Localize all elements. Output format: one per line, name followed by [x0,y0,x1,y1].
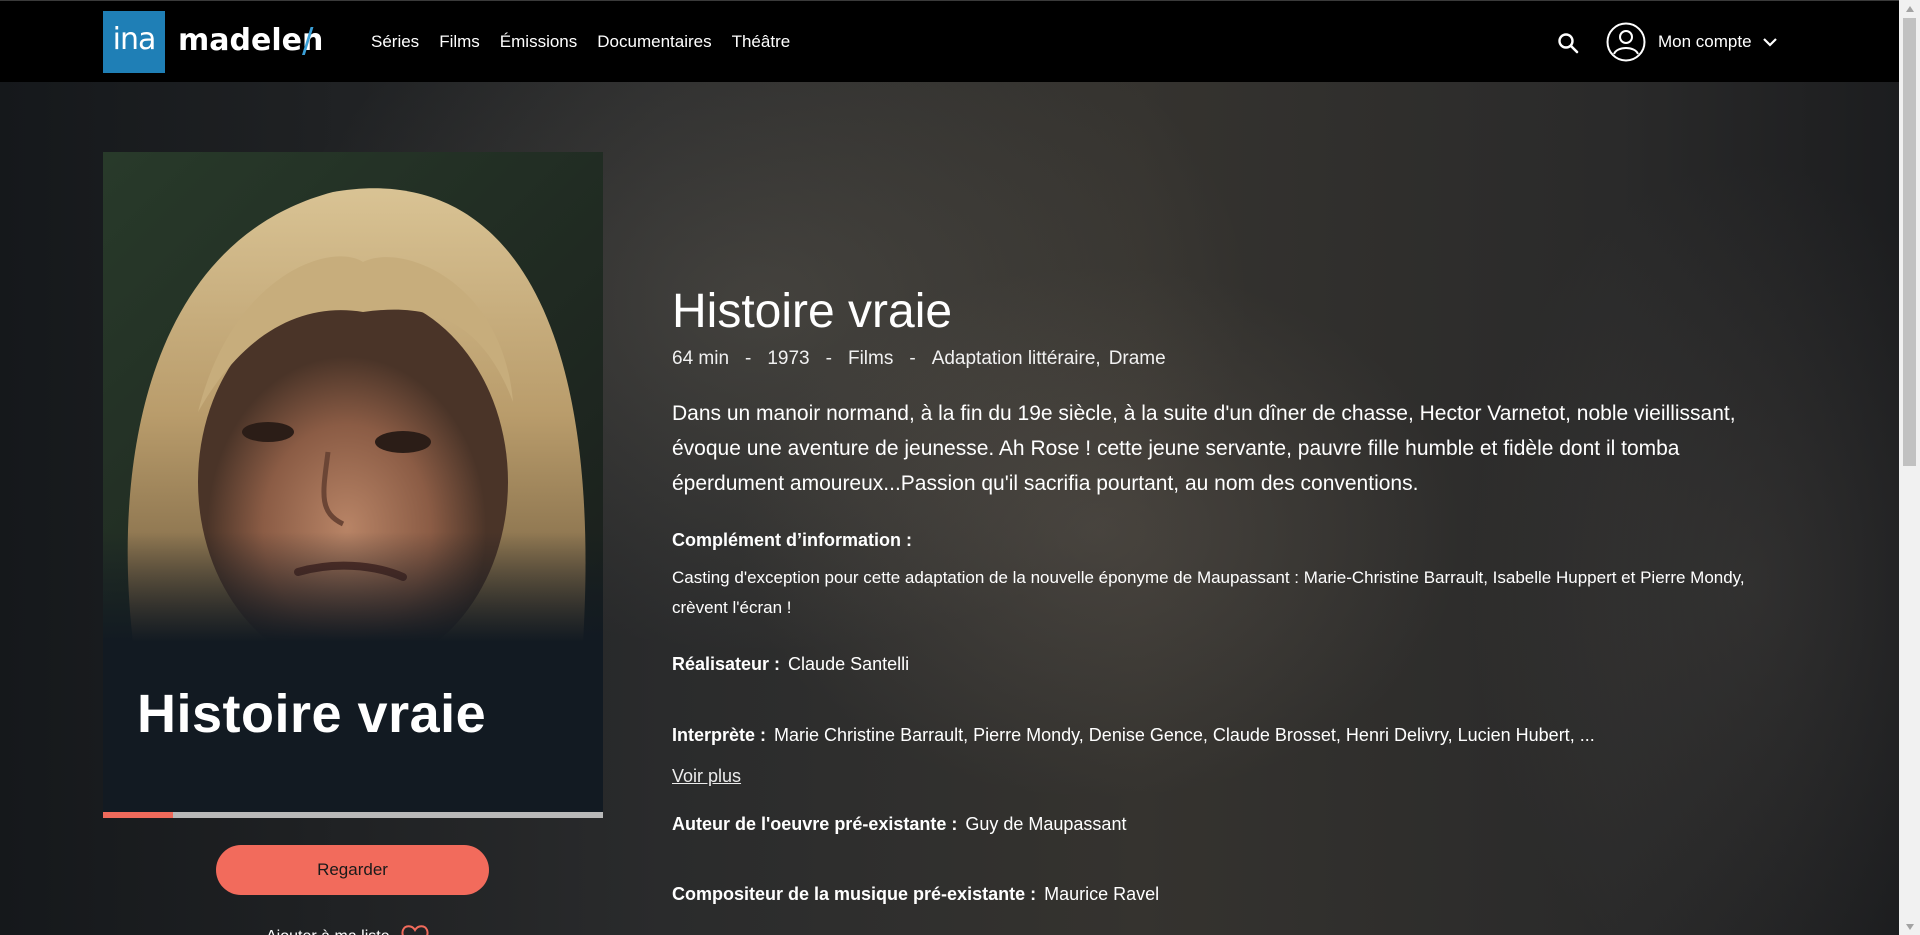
program-genre[interactable]: Drame [1109,346,1166,372]
add-to-list-button[interactable]: Ajouter à ma liste [266,924,430,935]
brand-slash: / [302,21,314,61]
cast-label: Interprète : [672,725,767,745]
author-label: Auteur de l'oeuvre pré-existante : [672,814,958,834]
scroll-down-icon[interactable] [1899,918,1920,935]
heart-icon [401,925,429,935]
search-icon[interactable] [1556,31,1580,55]
meta-separator: - [909,348,916,369]
program-synopsis: Dans un manoir normand, à la fin du 19e … [672,402,1736,495]
nav-item-theatre[interactable]: Théâtre [732,29,791,55]
page: ina madelen / Séries Films Émissions Doc… [0,0,1920,935]
program-year: 1973 [767,348,810,369]
program-duration: 64 min [672,348,730,369]
nav-item-documentaires[interactable]: Documentaires [597,29,711,55]
top-navigation-bar: ina madelen / Séries Films Émissions Doc… [0,0,1899,82]
program-category[interactable]: Films [848,346,893,372]
nav-item-series[interactable]: Séries [371,29,419,55]
scrollbar-thumb[interactable] [1903,18,1916,466]
poster-title: Histoire vraie [137,684,487,744]
credit-composer: Compositeur de la musique pré-existante … [672,881,1792,907]
program-genre[interactable]: Adaptation littéraire, [932,346,1101,372]
program-poster[interactable]: Histoire vraie [103,152,603,812]
program-title: Histoire vraie [672,285,953,338]
user-icon [1606,22,1646,62]
director-label: Réalisateur : [672,654,781,674]
author-name: Guy de Maupassant [965,814,1127,834]
main-nav: Séries Films Émissions Documentaires Thé… [371,29,810,55]
nav-item-emissions[interactable]: Émissions [500,29,577,55]
see-more-link[interactable]: Voir plus [672,763,741,789]
credit-director: Réalisateur : Claude Santelli [672,651,1792,677]
page-scrollbar[interactable] [1899,0,1920,935]
program-details: Histoire vraie 64 min - 1973 - Films - A… [672,280,1792,907]
cast-names: Marie Christine Barrault, Pierre Mondy, … [774,725,1595,745]
meta-separator: - [825,348,832,369]
credit-cast: Interprète : Marie Christine Barrault, Pi… [672,722,1792,748]
ina-logo[interactable]: ina [103,11,165,73]
watch-progress-bar [103,812,603,818]
program-meta: 64 min - 1973 - Films - Adaptation litté… [672,346,1792,372]
chevron-down-icon [1762,38,1777,47]
add-to-list-label: Ajouter à ma liste [266,926,390,935]
watch-button[interactable]: Regarder [216,845,489,895]
director-name: Claude Santelli [788,654,910,674]
poster-portrait-image [103,152,603,642]
composer-label: Compositeur de la musique pré-existante … [672,884,1037,904]
composer-name: Maurice Ravel [1044,884,1160,904]
credit-author: Auteur de l'oeuvre pré-existante : Guy de… [672,811,1792,837]
watch-progress-fill [103,812,173,818]
meta-separator: - [745,348,752,369]
complement-text: Casting d'exception pour cette adaptatio… [672,568,1745,617]
account-label: Mon compte [1658,32,1752,51]
complement-label: Complément d’information : [672,530,912,550]
nav-item-films[interactable]: Films [439,29,480,55]
scroll-up-icon[interactable] [1899,0,1920,17]
account-menu[interactable]: Mon compte [1606,22,1778,62]
